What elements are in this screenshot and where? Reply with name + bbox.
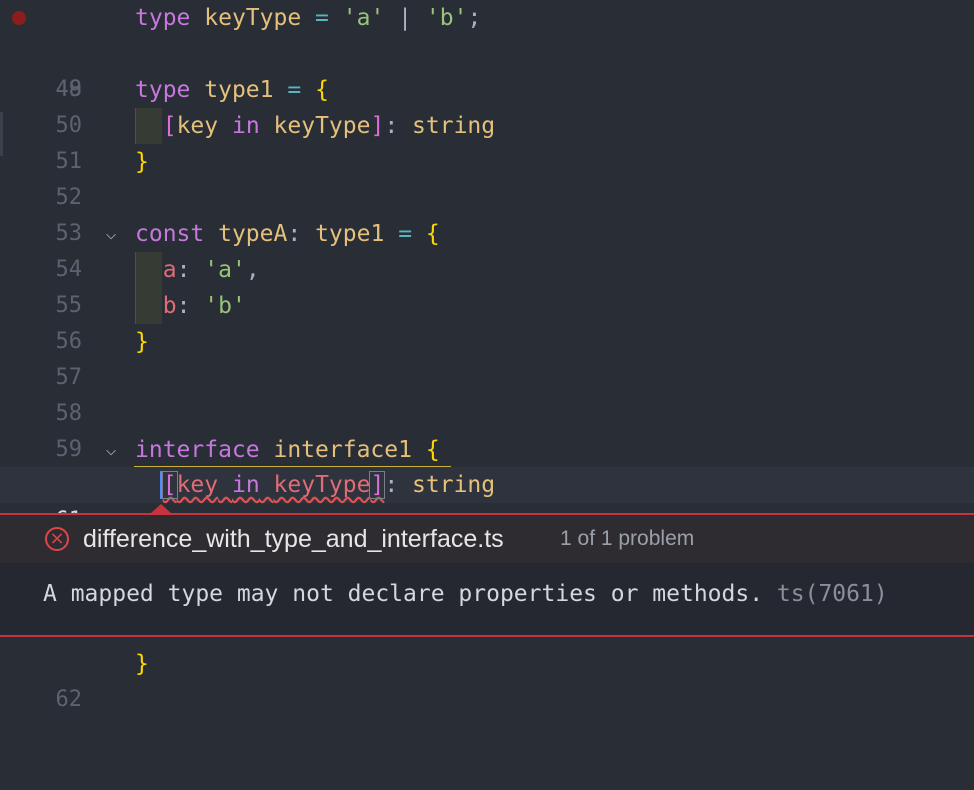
code-text: interface interface1 {: [135, 437, 440, 463]
code-line-60[interactable]: 60 ⌵ interface interface1 {: [0, 432, 974, 498]
error-icon: ×: [45, 527, 69, 551]
code-line-58[interactable]: 58: [0, 360, 974, 426]
code-line-56[interactable]: 56 b: 'b': [0, 288, 974, 354]
error-message: A mapped type may not declare properties…: [43, 581, 764, 607]
code-line-53[interactable]: 53: [0, 180, 974, 246]
problem-peek-widget[interactable]: × difference_with_type_and_interface.ts …: [0, 513, 974, 637]
code-line-52[interactable]: 52 }: [0, 144, 974, 210]
peek-file-name[interactable]: difference_with_type_and_interface.ts: [83, 515, 504, 563]
code-text: const typeA: type1 = {: [135, 221, 440, 247]
code-line-48[interactable]: 48 type keyType = 'a' | 'b';: [0, 0, 974, 102]
error-code[interactable]: ts(7061): [777, 581, 888, 607]
code-text: [key in keyType]: string: [162, 113, 496, 139]
code-text: type type1 = {: [135, 77, 329, 103]
code-line-55[interactable]: 55 a: 'a',: [0, 252, 974, 318]
peek-header: × difference_with_type_and_interface.ts …: [0, 515, 974, 563]
line-number: 62: [55, 687, 83, 712]
code-line-62[interactable]: 62 }: [0, 646, 974, 712]
error-squiggle[interactable]: [key in keyType]: [161, 471, 386, 499]
breakpoint-icon[interactable]: [12, 11, 26, 25]
code-editor[interactable]: 48 type keyType = 'a' | 'b'; 49 50 type …: [0, 0, 974, 712]
code-line-50[interactable]: 50 type type1 = {: [0, 72, 974, 138]
code-text: }: [135, 149, 149, 175]
code-line-51[interactable]: 51 [key in keyType]: string: [0, 108, 974, 174]
code-text: }: [135, 651, 149, 677]
code-line-49[interactable]: 49: [0, 36, 974, 102]
code-line-54[interactable]: 54 ⌵ const typeA: type1 = {: [0, 216, 974, 282]
code-text: [key in keyType]: string: [161, 471, 496, 499]
code-text: b: 'b': [162, 293, 246, 319]
peek-problem-count: 1 of 1 problem: [560, 527, 695, 550]
code-text: }: [135, 329, 149, 355]
code-line-61[interactable]: 61 [key in keyType]: string: [0, 467, 974, 533]
code-line-57[interactable]: 57 }: [0, 324, 974, 390]
code-text: a: 'a',: [162, 257, 260, 283]
chevron-down-icon[interactable]: ⌵: [101, 216, 121, 252]
code-line-59[interactable]: 59: [0, 396, 974, 462]
peek-message: A mapped type may not declare properties…: [43, 581, 888, 607]
code-text: type keyType = 'a' | 'b';: [135, 5, 482, 31]
chevron-down-icon[interactable]: ⌵: [101, 432, 121, 468]
